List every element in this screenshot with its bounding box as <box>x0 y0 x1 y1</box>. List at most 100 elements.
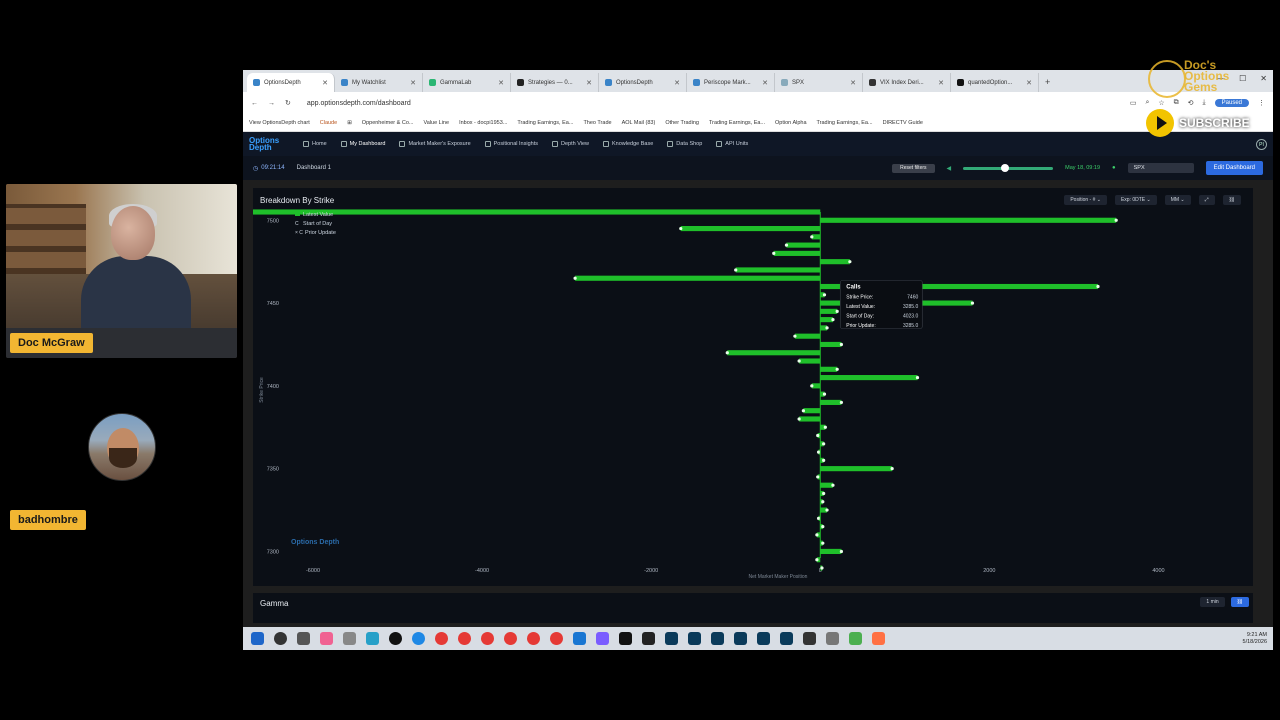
nav-depth-view[interactable]: Depth View <box>551 141 589 147</box>
link-icon[interactable]: ⛓ <box>1230 597 1249 607</box>
new-tab-button[interactable]: + <box>1039 73 1056 92</box>
app-icon[interactable] <box>734 632 747 645</box>
reload-icon[interactable]: ↻ <box>285 99 291 107</box>
link-icon[interactable]: ⛓ <box>1222 195 1241 205</box>
close-icon[interactable]: ✕ <box>938 79 944 87</box>
close-icon[interactable]: ✕ <box>674 79 680 87</box>
chrome-icon[interactable] <box>527 632 540 645</box>
cast-icon[interactable]: ▭ <box>1130 99 1137 107</box>
bar <box>803 408 821 414</box>
nav-data-shop[interactable]: Data Shop <box>667 141 702 147</box>
bookmark[interactable]: DIRECTV Guide <box>883 120 923 126</box>
app-icon[interactable] <box>320 632 333 645</box>
start-icon[interactable] <box>251 632 264 645</box>
app-icon[interactable] <box>619 632 632 645</box>
bookmark[interactable]: AOL Mail (83) <box>622 120 656 126</box>
taskbar-clock[interactable]: 9:21 AM 5/18/2026 <box>1243 632 1267 646</box>
chrome-icon[interactable] <box>504 632 517 645</box>
browser-tab[interactable]: OptionsDepth ✕ <box>599 73 687 92</box>
time-slider[interactable] <box>963 163 1054 172</box>
close-icon[interactable]: ✕ <box>850 79 856 87</box>
app-icon[interactable] <box>849 632 862 645</box>
app-icon[interactable] <box>803 632 816 645</box>
bookmark[interactable]: Other Trading <box>665 120 699 126</box>
position-select[interactable]: Position - # ⌄ <box>1064 195 1107 205</box>
browser-tab[interactable]: GammaLab ✕ <box>423 73 511 92</box>
bookmark[interactable]: Claude <box>320 120 337 126</box>
chrome-icon[interactable] <box>435 632 448 645</box>
app-icon[interactable] <box>688 632 701 645</box>
expiry-select[interactable]: Exp: 0DTE ⌄ <box>1114 195 1157 205</box>
app-icon[interactable] <box>642 632 655 645</box>
close-icon[interactable]: ✕ <box>322 79 328 87</box>
browser-tab[interactable]: My Watchlist ✕ <box>335 73 423 92</box>
app-icon[interactable] <box>366 632 379 645</box>
app-icon[interactable] <box>780 632 793 645</box>
fullscreen-icon[interactable]: ⤢ <box>1198 195 1215 205</box>
bookmark[interactable]: Inbox - docpi1953... <box>459 120 507 126</box>
taskview-icon[interactable] <box>297 632 310 645</box>
nav-api-units[interactable]: API Units <box>716 141 748 147</box>
bookmark[interactable]: Trading Earnings, Ea... <box>517 120 573 126</box>
browser-tab[interactable]: Periscope Mark... ✕ <box>687 73 775 92</box>
mm-select[interactable]: MM ⌄ <box>1164 195 1191 205</box>
close-icon[interactable]: ✕ <box>762 79 768 87</box>
bookmark[interactable]: Trading Earnings, Ea... <box>817 120 873 126</box>
edit-dashboard-button[interactable]: Edit Dashboard <box>1205 161 1263 175</box>
symbol-select[interactable]: SPX <box>1127 163 1194 173</box>
nav-home[interactable]: Home <box>303 141 327 147</box>
url-field[interactable]: app.optionsdepth.com/dashboard <box>307 100 411 107</box>
browser-tab[interactable]: OptionsDepth ✕ <box>247 73 335 92</box>
nav-positional-insights[interactable]: Positional Insights <box>484 141 538 147</box>
play-back-icon[interactable]: ◀ <box>947 165 952 172</box>
browser-tab[interactable]: Strategies — 0... ✕ <box>511 73 599 92</box>
discord-icon[interactable] <box>596 632 609 645</box>
settings-icon[interactable] <box>826 632 839 645</box>
bar-marker <box>822 491 826 496</box>
menu-icon[interactable]: ⋮ <box>1258 99 1265 107</box>
close-icon[interactable]: ✕ <box>1026 79 1032 87</box>
dashboard-name[interactable]: Dashboard 1 <box>297 165 331 171</box>
browser-tab[interactable]: VIX Index Deri... ✕ <box>863 73 951 92</box>
close-icon[interactable]: ✕ <box>586 79 592 87</box>
profile-icon[interactable]: PI <box>1256 138 1267 150</box>
back-icon[interactable]: ← <box>251 100 258 107</box>
edge-icon[interactable] <box>412 632 425 645</box>
nav-mm-exposure[interactable]: Market Maker's Exposure <box>399 141 471 147</box>
nav-knowledge-base[interactable]: Knowledge Base <box>603 141 653 147</box>
bookmark[interactable]: View OptionsDepth chart <box>249 120 310 126</box>
legend-marker: × C <box>295 230 303 236</box>
app-icon[interactable] <box>757 632 770 645</box>
browser-tab[interactable]: quantedOption... ✕ <box>951 73 1039 92</box>
apps-grid-icon[interactable]: ⊞ <box>347 120 352 126</box>
calculator-icon[interactable] <box>343 632 356 645</box>
app-logo[interactable]: Options Depth <box>249 137 289 152</box>
chrome-icon[interactable] <box>481 632 494 645</box>
bookmark[interactable]: Option Alpha <box>775 120 807 126</box>
app-icon[interactable] <box>389 632 402 645</box>
download-icon[interactable] <box>573 632 586 645</box>
bar-marker <box>797 359 801 363</box>
browser-tab[interactable]: SPX ✕ <box>775 73 863 92</box>
app-icon[interactable] <box>665 632 678 645</box>
close-icon[interactable]: ✕ <box>410 79 416 87</box>
search-icon[interactable] <box>274 632 287 645</box>
subscribe-button[interactable]: SUBSCRIBE <box>1146 108 1256 138</box>
bookmark[interactable]: Value Line <box>423 120 449 126</box>
bookmark[interactable]: Oppenheimer & Co... <box>362 120 414 126</box>
bookmark[interactable]: Theo Trade <box>583 120 611 126</box>
close-window-icon[interactable]: ✕ <box>1260 74 1267 83</box>
bar-marker <box>823 425 827 429</box>
forward-icon[interactable]: → <box>268 100 275 107</box>
breakdown-panel: 7300 7350 7400 7450 7500 -6000 -4000 -2000 0 2000… <box>253 188 1253 586</box>
interval-select[interactable]: 1 min <box>1200 597 1225 607</box>
reset-filters-button[interactable]: Reset filters <box>892 163 935 173</box>
app-icon[interactable] <box>872 632 885 645</box>
bookmark[interactable]: Trading Earnings, Ea... <box>709 120 765 126</box>
nav-my-dashboard[interactable]: My Dashboard <box>340 141 385 147</box>
close-icon[interactable]: ✕ <box>498 79 504 87</box>
chrome-icon[interactable] <box>550 632 563 645</box>
app-icon[interactable] <box>711 632 724 645</box>
chrome-icon[interactable] <box>458 632 471 645</box>
slider-knob[interactable] <box>1001 163 1010 172</box>
